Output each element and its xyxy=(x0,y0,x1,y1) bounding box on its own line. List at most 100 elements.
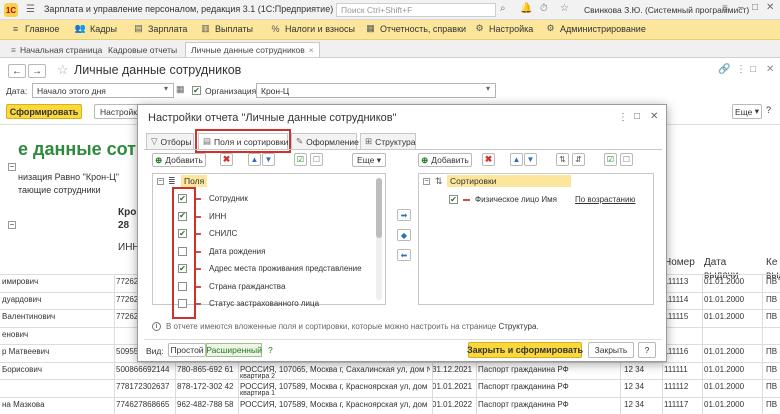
move-down-button[interactable]: ▼ xyxy=(262,153,275,166)
tab-filters[interactable]: ▽ Отборы xyxy=(146,133,194,149)
close-window-button[interactable]: ✕ xyxy=(766,2,774,13)
dropdown-arrow-icon[interactable]: ▾ xyxy=(486,84,490,93)
close-and-generate-button[interactable]: Закрыть и сформировать xyxy=(467,342,583,358)
bell-icon[interactable]: 🔔 xyxy=(520,3,532,14)
sort-move-up-button[interactable]: ▲ xyxy=(510,153,523,166)
maximize-button[interactable]: □ xyxy=(752,2,758,13)
menu-item-salary[interactable]: ▤ Зарплата xyxy=(133,23,187,34)
collapse-icon[interactable]: − xyxy=(423,178,430,185)
sort-asc-button[interactable]: ⇅ xyxy=(556,153,569,166)
back-button[interactable]: ← xyxy=(8,64,26,78)
tab-structure[interactable]: ⊞ Структура xyxy=(360,133,416,149)
add-to-sort-button[interactable]: ➡ xyxy=(397,209,411,221)
dropdown-arrow-icon[interactable]: ▾ xyxy=(164,84,168,93)
tab-home[interactable]: ≡ Начальная страница xyxy=(6,42,107,57)
table-cell: ПВ xyxy=(766,347,778,356)
delete-button[interactable]: ✖ xyxy=(220,153,233,166)
menu-item-hr[interactable]: 👥 Кадры xyxy=(75,23,117,34)
menu-item-payments[interactable]: ▥ Выплаты xyxy=(200,23,253,34)
page-maximize-icon[interactable]: □ xyxy=(750,64,756,75)
collapse-icon[interactable]: − xyxy=(8,221,16,229)
view-advanced-button[interactable]: Расширенный xyxy=(206,343,262,357)
sort-move-down-button[interactable]: ▼ xyxy=(524,153,537,166)
field-label[interactable]: Страна гражданства xyxy=(209,282,285,291)
global-search-input[interactable]: Поиск Ctrl+Shift+F xyxy=(336,3,496,17)
field-label[interactable]: Сотрудник xyxy=(209,194,248,203)
move-up-button[interactable]: ▲ xyxy=(248,153,261,166)
scrollbar-track[interactable] xyxy=(376,178,382,300)
forward-button[interactable]: → xyxy=(28,64,46,78)
dialog-more-icon[interactable]: ⋮ xyxy=(618,112,628,123)
close-tab-icon[interactable]: × xyxy=(309,45,314,55)
menu-grid-icon[interactable]: ☰ xyxy=(26,4,35,15)
title-bar: 1С ☰ Зарплата и управление персоналом, р… xyxy=(0,0,780,20)
page-close-icon[interactable]: ✕ xyxy=(766,64,774,75)
uncheck-all-button[interactable]: ☐ xyxy=(310,153,323,166)
sort-desc-button[interactable]: ⇵ xyxy=(572,153,585,166)
organization-checkbox[interactable]: ✔ xyxy=(192,86,201,95)
star-icon[interactable]: ☆ xyxy=(560,3,569,14)
settings-icon[interactable]: ≡ xyxy=(722,3,728,14)
menu-item-main[interactable]: ≡ Главное xyxy=(10,23,60,34)
add-field-button[interactable]: ⊕ Добавить xyxy=(152,153,206,167)
tab-personal-data[interactable]: Личные данные сотрудников × xyxy=(185,42,320,57)
history-icon[interactable]: ⏱ xyxy=(540,3,548,14)
view-help-icon[interactable]: ? xyxy=(268,345,273,355)
menu-item-label: Выплаты xyxy=(215,23,253,34)
menu-item-taxes[interactable]: % Налоги и взносы xyxy=(270,23,354,34)
table-cell: ПВ xyxy=(766,294,778,304)
collapse-icon[interactable]: − xyxy=(8,163,16,171)
button-label: Закрыть xyxy=(594,345,628,355)
report-heading: е данные сотр xyxy=(18,139,147,159)
sort-field-label[interactable]: Физическое лицо Имя xyxy=(475,195,557,204)
tab-hr-reports[interactable]: Кадровые отчеты xyxy=(103,42,182,57)
minimize-button[interactable]: – xyxy=(738,2,744,13)
delete-sort-button[interactable]: ✖ xyxy=(482,153,495,166)
organization-value: Крон-Ц xyxy=(261,85,290,96)
app-logo-icon: 1С xyxy=(4,3,18,17)
menu-item-label: Администрирование xyxy=(560,23,646,34)
more-button[interactable]: Еще ▾ xyxy=(732,104,762,119)
fields-more-button[interactable]: Еще ▾ xyxy=(352,153,386,167)
check-all-button[interactable]: ☑ xyxy=(294,153,307,166)
search-icon[interactable]: ⌕ xyxy=(500,3,506,14)
field-label[interactable]: СНИЛС xyxy=(209,229,237,238)
menu-item-reports[interactable]: ▦ Отчетность, справки xyxy=(365,23,466,34)
tab-appearance[interactable]: ✎ Оформление xyxy=(291,133,359,149)
date-field[interactable]: Начало этого дня xyxy=(32,83,174,98)
dialog-maximize-icon[interactable]: □ xyxy=(634,111,640,122)
delete-icon: ✖ xyxy=(222,154,231,164)
remove-from-sort-button[interactable]: ⬅ xyxy=(397,249,411,261)
field-label[interactable]: ИНН xyxy=(209,212,226,221)
menu-item-admin[interactable]: ⚙ Администрирование xyxy=(545,23,646,34)
close-button[interactable]: Закрыть xyxy=(588,342,634,358)
table-cell: 12 34 xyxy=(624,399,645,409)
help-button[interactable]: ? xyxy=(638,342,656,358)
sort-uncheck-all-button[interactable]: ☐ xyxy=(620,153,633,166)
dialog-close-icon[interactable]: ✕ xyxy=(650,111,658,122)
more-menu-icon[interactable]: ⋮ xyxy=(736,64,746,75)
footer-divider xyxy=(144,339,662,340)
view-simple-button[interactable]: Простой xyxy=(168,343,206,357)
sort-direction-link[interactable]: По возрастанию xyxy=(575,195,635,204)
calendar-icon[interactable]: ▦ xyxy=(176,84,185,95)
field-label[interactable]: Дата рождения xyxy=(209,247,265,256)
organization-field[interactable]: Крон-Ц xyxy=(256,83,496,98)
table-cell: ПВ xyxy=(766,277,778,286)
scrollbar-thumb[interactable] xyxy=(376,178,382,238)
link-icon[interactable]: 🔗 xyxy=(718,64,730,75)
help-icon[interactable]: ? xyxy=(766,105,771,115)
row-divider xyxy=(0,396,780,398)
field-label[interactable]: Адрес места проживания представление xyxy=(209,264,362,273)
collapse-icon[interactable]: − xyxy=(157,178,164,185)
generate-button[interactable]: Сформировать xyxy=(6,104,82,119)
table-cell: р Матвеевич xyxy=(2,347,50,356)
structure-link[interactable]: Структура xyxy=(498,322,536,331)
menu-item-settings[interactable]: ⚙ Настройка xyxy=(474,23,533,34)
sort-checkbox[interactable]: ✔ xyxy=(449,195,458,204)
favorite-star-icon[interactable]: ☆ xyxy=(57,62,69,78)
add-sort-button[interactable]: ⊕ Добавить xyxy=(418,153,472,167)
add-all-to-sort-button[interactable]: ◆ xyxy=(397,229,411,241)
sort-check-all-button[interactable]: ☑ xyxy=(604,153,617,166)
field-label[interactable]: Статус застрахованного лица xyxy=(209,299,319,308)
